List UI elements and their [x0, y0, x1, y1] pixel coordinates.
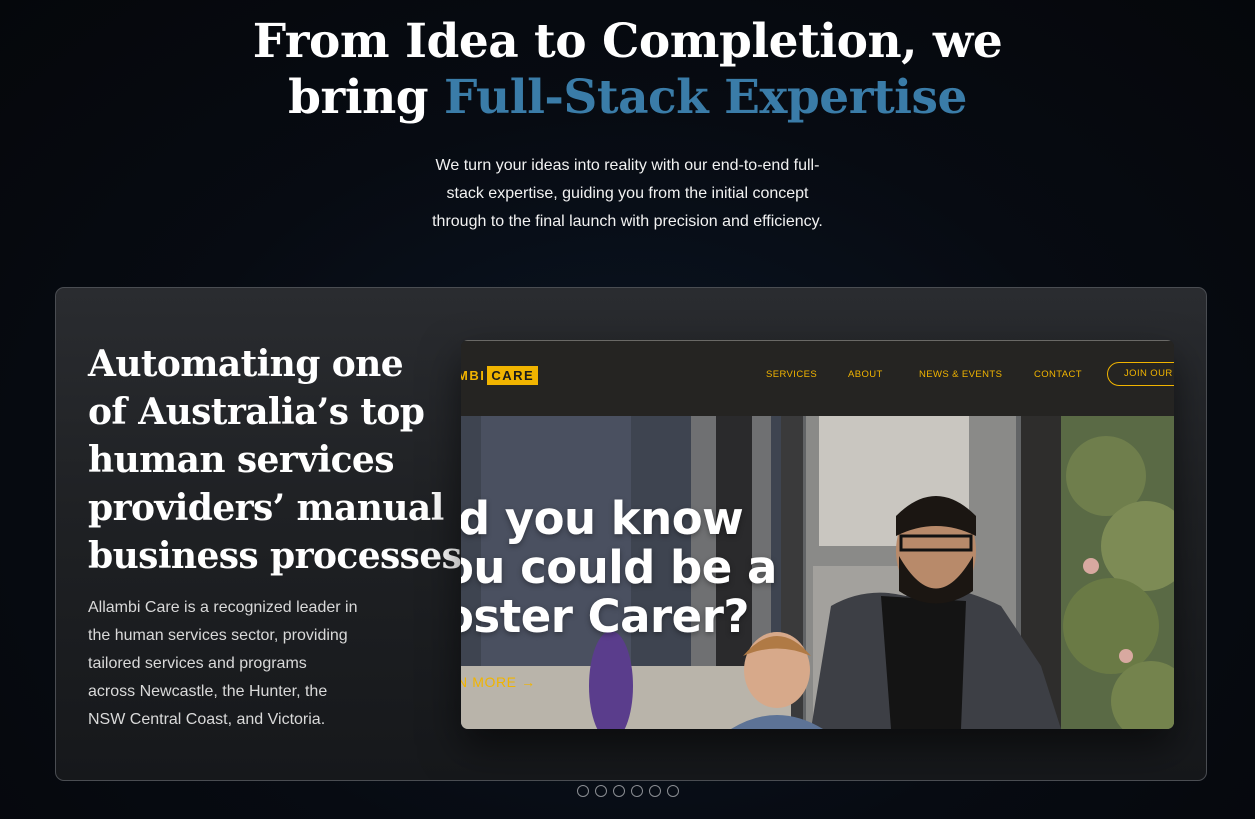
case-study-title: Automating one of Australia’s top human …: [88, 340, 462, 580]
logo-text-right: CARE: [487, 365, 539, 385]
hero-subtitle-line: stack expertise, guiding you from the in…: [446, 185, 809, 202]
carousel-pagination: [577, 785, 679, 797]
carousel-dot-6[interactable]: [667, 785, 679, 797]
learn-more-link: N MORE →: [461, 674, 536, 690]
case-study-title-line: of Australia’s top: [88, 391, 425, 433]
hero-title-line2-prefix: bring: [288, 70, 444, 125]
nav-about: ABOUT: [848, 369, 883, 380]
nav-news-events: NEWS & EVENTS: [919, 369, 1003, 380]
case-study-card: Automating one of Australia’s top human …: [55, 287, 1207, 781]
carousel-dot-2[interactable]: [595, 785, 607, 797]
project-screenshot[interactable]: MBI CARE SERVICES ABOUT NEWS & EVENTS CO…: [461, 340, 1174, 729]
hero-title-accent: Full-Stack Expertise: [444, 70, 967, 125]
hero-subtitle: We turn your ideas into reality with our…: [0, 152, 1255, 236]
hero-title: From Idea to Completion, we bring Full-S…: [0, 14, 1255, 126]
screenshot-headline-line: oster Carer?: [461, 590, 749, 643]
case-study-description: Allambi Care is a recognized leader in t…: [88, 594, 398, 734]
case-study-description-line: the human services sector, providing: [88, 627, 348, 644]
case-study-description-line: tailored services and programs: [88, 655, 307, 672]
case-study-title-line: providers’ manual: [88, 487, 444, 529]
logo-text-left: MBI: [461, 367, 486, 383]
hero-title-line1: From Idea to Completion, we: [252, 14, 1003, 69]
screenshot-headline: id you know ou could be a oster Carer?: [461, 494, 777, 641]
carousel-dot-4[interactable]: [631, 785, 643, 797]
screenshot-navbar: MBI CARE SERVICES ABOUT NEWS & EVENTS CO…: [461, 341, 1174, 416]
nav-services: SERVICES: [766, 369, 818, 380]
hero-subtitle-line: We turn your ideas into reality with our…: [435, 157, 820, 174]
case-study-description-line: across Newcastle, the Hunter, the: [88, 683, 328, 700]
case-study-description-line: NSW Central Coast, and Victoria.: [88, 711, 326, 728]
screenshot-headline-line: ou could be a: [461, 541, 777, 594]
case-study-title-line: human services: [88, 439, 395, 481]
case-study-title-line: Automating one: [88, 343, 404, 385]
carousel-dot-5[interactable]: [649, 785, 661, 797]
hero-subtitle-line: through to the final launch with precisi…: [432, 213, 823, 230]
nav-contact: CONTACT: [1034, 369, 1083, 380]
carousel-dot-3[interactable]: [613, 785, 625, 797]
case-study-description-line: Allambi Care is a recognized leader in: [88, 599, 358, 616]
hero-photo: id you know ou could be a oster Carer? N…: [461, 416, 1174, 729]
carousel-dot-1[interactable]: [577, 785, 589, 797]
case-study-title-line: business processes: [88, 535, 462, 577]
screenshot-headline-line: id you know: [461, 492, 744, 545]
allambi-care-logo: MBI CARE: [461, 365, 539, 385]
join-our-button: JOIN OUR: [1107, 362, 1174, 386]
